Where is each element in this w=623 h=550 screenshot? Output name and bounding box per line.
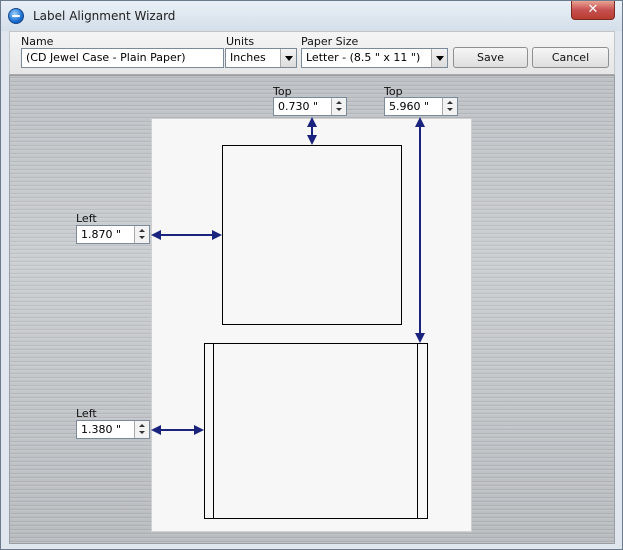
units-label: Units: [226, 35, 255, 48]
top2-value: 5.960 ": [389, 100, 430, 113]
spinner-arrows-icon[interactable]: [331, 98, 346, 115]
chevron-down-icon[interactable]: [280, 49, 296, 67]
left1-spinner[interactable]: 1.870 ": [76, 225, 150, 244]
name-input[interactable]: (CD Jewel Case - Plain Paper): [21, 48, 224, 68]
title-bar[interactable]: Label Alignment Wizard ✕: [1, 1, 622, 31]
window-title: Label Alignment Wizard: [33, 9, 176, 23]
label-front-cover[interactable]: [222, 145, 402, 325]
paper-size-select[interactable]: Letter - (8.5 " x 11 "): [301, 48, 448, 68]
left2-spinner[interactable]: 1.380 ": [76, 420, 150, 439]
top1-value: 0.730 ": [278, 100, 319, 113]
spinner-arrows-icon[interactable]: [134, 226, 149, 243]
left1-label: Left: [76, 212, 97, 225]
top2-spinner[interactable]: 5.960 ": [384, 97, 458, 116]
spinner-arrows-icon[interactable]: [134, 421, 149, 438]
top1-spinner[interactable]: 0.730 ": [273, 97, 347, 116]
paper-size-label: Paper Size: [301, 35, 359, 48]
close-button[interactable]: ✕: [571, 1, 615, 20]
left2-label: Left: [76, 407, 97, 420]
left1-value: 1.870 ": [81, 228, 122, 241]
name-label: Name: [21, 35, 54, 48]
toolbar: Name (CD Jewel Case - Plain Paper) Units…: [9, 31, 615, 75]
app-logo-icon: [8, 8, 24, 24]
save-button[interactable]: Save: [453, 47, 528, 68]
units-value: Inches: [230, 51, 266, 64]
chevron-down-icon[interactable]: [431, 49, 447, 67]
spine-line-right: [417, 343, 418, 519]
spinner-arrows-icon[interactable]: [442, 98, 457, 115]
left2-value: 1.380 ": [81, 423, 122, 436]
units-select[interactable]: Inches: [225, 48, 297, 68]
spine-line-left: [213, 343, 214, 519]
paper-size-value: Letter - (8.5 " x 11 "): [306, 51, 421, 64]
label-back-insert[interactable]: [204, 343, 428, 519]
close-icon: ✕: [587, 2, 599, 17]
cancel-button[interactable]: Cancel: [532, 47, 609, 68]
label-alignment-wizard-window: Label Alignment Wizard ✕ Name (CD Jewel …: [0, 0, 623, 550]
